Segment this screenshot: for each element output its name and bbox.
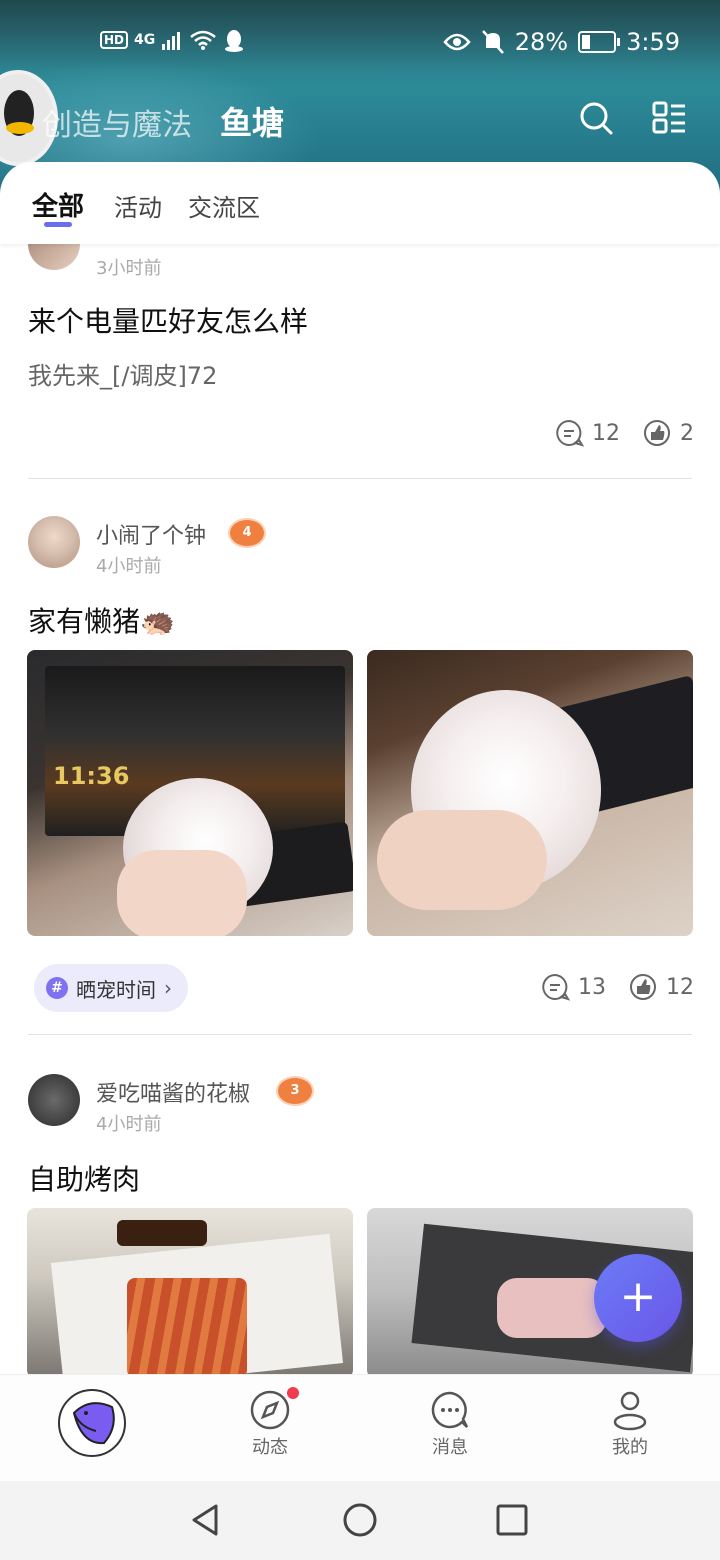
comment-icon (542, 973, 570, 1001)
username[interactable]: 小闹了个钟 (96, 518, 206, 550)
battery-percent: 28% (514, 28, 569, 56)
tab-activity[interactable]: 活动 (114, 188, 162, 223)
person-icon (613, 1391, 647, 1431)
skewers-shape (127, 1278, 247, 1374)
chevron-right-icon: › (164, 976, 172, 1000)
network-label: 4G (134, 32, 156, 48)
nav-feed-label: 动态 (252, 1437, 288, 1458)
comment-count[interactable]: 12 (554, 418, 620, 448)
comment-count[interactable]: 13 (540, 972, 606, 1002)
post-time: 3小时前 (96, 258, 162, 279)
notification-badge (287, 1387, 299, 1399)
avatar[interactable] (28, 1074, 80, 1126)
nav-messages-label: 消息 (432, 1437, 468, 1458)
divider (28, 478, 692, 479)
qq-notification-icon (225, 30, 244, 52)
clock: 3:59 (626, 28, 680, 56)
hashtag-icon: # (46, 977, 68, 999)
topic-tag[interactable]: # 晒宠时间 › (34, 964, 188, 1012)
compass-icon (250, 1390, 290, 1430)
sauce-dish-shape (117, 1220, 207, 1246)
comment-count-value: 12 (592, 420, 620, 446)
system-navigation-bar (0, 1480, 720, 1560)
like-count-value: 2 (680, 420, 694, 446)
fish-logo-icon (72, 1402, 115, 1445)
nav-profile-label: 我的 (612, 1437, 648, 1458)
post-time: 4小时前 (96, 556, 162, 577)
meat-shape (497, 1278, 607, 1338)
eye-icon (443, 33, 471, 51)
nav-messages[interactable]: 消息 (400, 1389, 500, 1459)
level-badge: 4 (230, 520, 264, 546)
like-count-value: 12 (666, 974, 694, 1000)
home-circle-icon[interactable] (340, 1500, 380, 1540)
battery-icon (578, 31, 621, 53)
post-title: 自助烤肉 (28, 1163, 141, 1196)
bell-muted-icon (481, 30, 504, 54)
create-post-button[interactable]: + (594, 1254, 682, 1342)
chat-bubble-icon (431, 1391, 469, 1429)
comment-icon (556, 419, 584, 447)
post-feed[interactable]: 3小时前 来个电量匹好友怎么样 我先来_[/调皮]72 12 2 小闹了个钟 4… (0, 244, 720, 1374)
hand-shape (117, 850, 247, 936)
divider (28, 1034, 692, 1035)
wifi-icon (190, 30, 217, 50)
username[interactable]: 爱吃喵酱的花椒 (96, 1076, 250, 1108)
thumbs-up-icon (630, 974, 656, 1000)
active-tab-indicator (44, 222, 72, 227)
tab-all[interactable]: 全部 (32, 186, 84, 223)
tab-channel-inactive[interactable]: 创造与魔法 (42, 100, 192, 144)
post-title: 家有懒猪🦔 (28, 605, 175, 638)
like-count[interactable]: 2 (642, 418, 694, 448)
post-body: 我先来_[/调皮]72 (28, 362, 218, 390)
comment-count-value: 13 (578, 974, 606, 1000)
level-badge: 3 (278, 1078, 312, 1104)
avatar[interactable] (28, 244, 80, 270)
back-triangle-icon[interactable] (186, 1500, 226, 1540)
hand-shape (377, 810, 547, 910)
recents-square-icon[interactable] (492, 1500, 532, 1540)
post-time: 4小时前 (96, 1114, 162, 1135)
topic-label: 晒宠时间 (76, 977, 156, 1002)
like-count[interactable]: 12 (628, 972, 694, 1002)
status-bar: HD 4G 28% 3:59 (0, 28, 720, 58)
hd-indicator: HD (100, 31, 129, 49)
nav-feed[interactable]: 动态 (220, 1389, 320, 1459)
nav-profile[interactable]: 我的 (580, 1389, 680, 1459)
post-image[interactable] (367, 650, 693, 936)
menu-grid-icon[interactable] (652, 100, 688, 136)
photo-clock-text: 11:36 (53, 762, 130, 790)
post-image[interactable]: 11:36 (27, 650, 353, 936)
tab-channel-active[interactable]: 鱼塘 (220, 98, 284, 144)
bottom-navigation: 动态 消息 我的 (0, 1374, 720, 1481)
search-icon[interactable] (578, 100, 614, 136)
home-fish-icon[interactable] (58, 1389, 126, 1457)
tab-discussion[interactable]: 交流区 (188, 188, 260, 223)
post-title: 来个电量匹好友怎么样 (28, 305, 309, 338)
sub-tab-bar: 全部 活动 交流区 (0, 162, 720, 244)
signal-icon (162, 32, 181, 50)
thumbs-up-icon (644, 420, 670, 446)
avatar[interactable] (28, 516, 80, 568)
post-image[interactable] (27, 1208, 353, 1374)
